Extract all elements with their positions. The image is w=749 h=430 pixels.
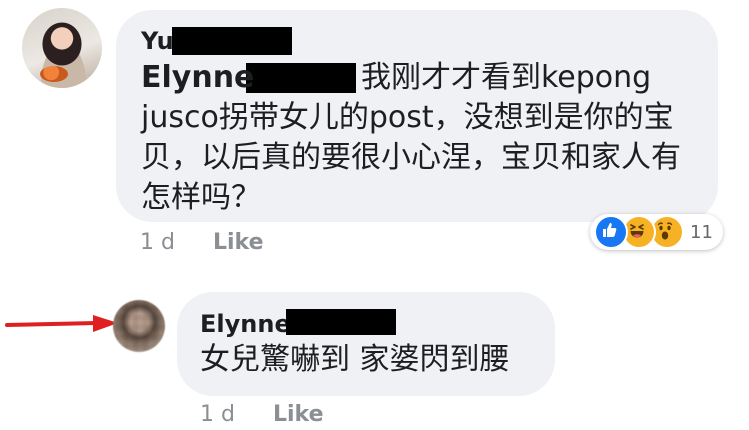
reply-text: 女兒驚嚇到 家婆閃到腰: [200, 342, 510, 377]
thumbs-up-icon: [594, 215, 628, 249]
reaction-count: 11: [690, 221, 713, 243]
like-button[interactable]: Like: [273, 402, 324, 427]
timestamp[interactable]: 1 d: [140, 230, 175, 255]
avatar-photo-detail: [40, 66, 68, 82]
reply-meta: 1 d Like: [200, 402, 324, 427]
red-arrow-annotation: [5, 315, 118, 332]
avatar[interactable]: [113, 300, 165, 352]
timestamp[interactable]: 1 d: [200, 402, 235, 427]
redaction-box: [172, 27, 292, 55]
reply-author[interactable]: Elynne: [200, 310, 291, 338]
avatar[interactable]: [22, 8, 102, 88]
redaction-box: [286, 309, 396, 335]
comment-meta: 1 d Like: [140, 230, 264, 255]
comment-author[interactable]: Yu: [141, 27, 174, 55]
comment-text: 我刚才才看到kepong jusco拐带女儿的post，没想到是你的宝贝，以后真…: [141, 60, 681, 215]
like-button[interactable]: Like: [213, 230, 264, 255]
reactions-summary[interactable]: 11: [590, 214, 723, 250]
